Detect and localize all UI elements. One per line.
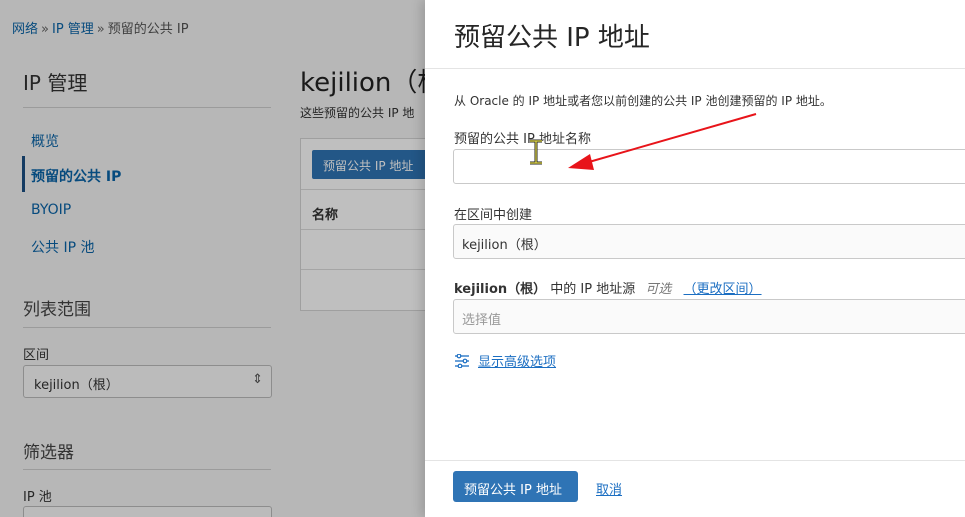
cancel-link[interactable]: 取消 [596, 479, 622, 498]
sliders-icon [455, 353, 469, 369]
reserve-ip-panel: 预留公共 IP 地址 从 Oracle 的 IP 地址或者您以前创建的公共 IP… [425, 0, 965, 517]
modal-backdrop[interactable] [0, 0, 430, 517]
ip-source-label-text: 中的 IP 地址源 [550, 282, 636, 297]
show-advanced-options[interactable]: 显示高级选项 [454, 351, 556, 370]
panel-intro-text: 从 Oracle 的 IP 地址或者您以前创建的公共 IP 池创建预留的 IP … [454, 94, 832, 108]
ip-source-select[interactable]: 选择值 [453, 299, 965, 334]
change-compartment-link[interactable]: （更改区间） [684, 282, 762, 297]
compartment-field-label: 在区间中创建 [454, 208, 533, 223]
divider [425, 460, 965, 461]
name-field-label: 预留的公共 IP 地址名称 [454, 132, 591, 147]
panel-title: 预留公共 IP 地址 [454, 23, 650, 53]
divider [425, 68, 965, 69]
reserved-ip-name-input[interactable] [453, 149, 965, 184]
reserve-ip-submit-button[interactable]: 预留公共 IP 地址 [453, 471, 578, 502]
ip-source-compartment-name: kejilion（根） [454, 282, 547, 297]
create-in-compartment-value: kejilion（根） [462, 238, 547, 253]
show-advanced-options-link[interactable]: 显示高级选项 [478, 355, 556, 370]
ip-source-field-label: kejilion（根） 中的 IP 地址源 可选 （更改区间） [454, 278, 762, 297]
create-in-compartment-select[interactable]: kejilion（根） [453, 224, 965, 259]
ip-source-placeholder: 选择值 [462, 313, 502, 328]
optional-tag: 可选 [645, 282, 672, 297]
